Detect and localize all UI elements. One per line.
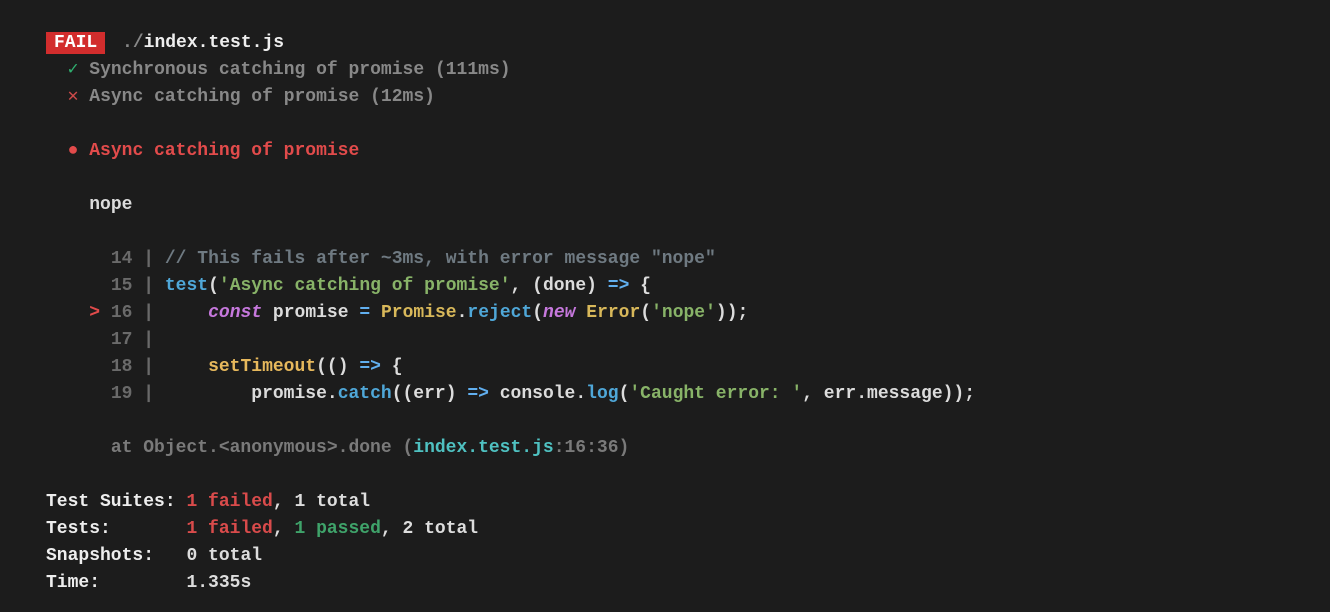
fail-badge: FAIL <box>46 32 105 54</box>
line-num-16: 16 <box>111 303 133 323</box>
summary-snaps-label: Snapshots: <box>46 546 154 566</box>
error-line-arrow-icon: > <box>89 303 100 323</box>
file-path-prefix: ./ <box>122 33 144 53</box>
cross-icon: ✕ <box>68 87 79 107</box>
line-num-14: 14 <box>111 249 133 269</box>
test-pass-name: Synchronous catching of promise <box>89 60 424 80</box>
failure-message: nope <box>89 195 132 215</box>
summary-tests-label: Tests: <box>46 519 111 539</box>
stack-file: index.test.js <box>413 438 553 458</box>
test-fail-name: Async catching of promise <box>89 87 359 107</box>
summary-tests-fail: 1 failed <box>186 519 272 539</box>
test-pass-time: (111ms) <box>435 60 511 80</box>
summary-suites-label: Test Suites: <box>46 492 176 512</box>
summary-tests-pass: 1 passed <box>294 519 380 539</box>
failure-title: Async catching of promise <box>89 141 359 161</box>
line-num-17: 17 <box>111 330 133 350</box>
stack-loc: :16:36 <box>554 438 619 458</box>
code-comment: // This fails after ~3ms, with error mes… <box>165 249 716 269</box>
terminal-output: FAIL ./index.test.js ✓ Synchronous catch… <box>46 30 1284 597</box>
check-icon: ✓ <box>68 60 79 80</box>
line-num-19: 19 <box>111 384 133 404</box>
test-fail-time: (12ms) <box>370 87 435 107</box>
line-num-15: 15 <box>111 276 133 296</box>
summary-suites-fail: 1 failed <box>186 492 272 512</box>
bullet-icon: ● <box>68 141 79 161</box>
summary-time-label: Time: <box>46 573 100 593</box>
file-path-name: index.test.js <box>144 33 284 53</box>
stack-prefix: at Object.<anonymous>.done ( <box>111 438 413 458</box>
line-num-18: 18 <box>111 357 133 377</box>
